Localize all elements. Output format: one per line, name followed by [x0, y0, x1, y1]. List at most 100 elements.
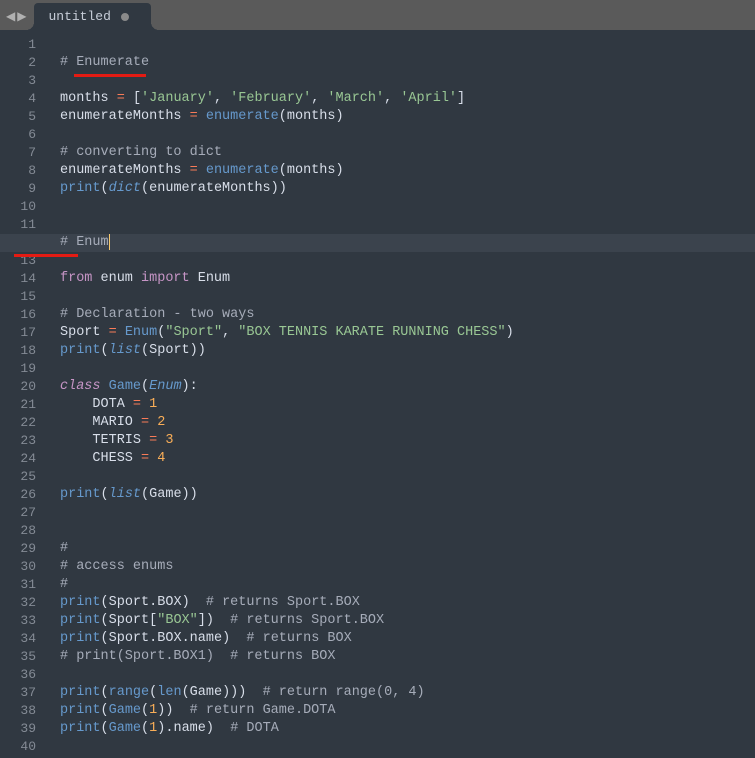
line-number: 35	[0, 648, 36, 666]
token: )))	[222, 685, 263, 700]
token: #	[60, 577, 68, 592]
code-line[interactable]: # Declaration - two ways	[60, 306, 755, 324]
token: =	[133, 397, 141, 412]
code-line[interactable]: class Game(Enum):	[60, 378, 755, 396]
token: (	[141, 487, 149, 502]
tab-untitled[interactable]: untitled	[34, 3, 150, 30]
token: ,	[311, 91, 327, 106]
code-line[interactable]: # access enums	[60, 558, 755, 576]
code-line[interactable]	[60, 522, 755, 540]
line-number: 6	[0, 126, 36, 144]
nav-forward-icon[interactable]: ▶	[17, 9, 26, 24]
code-line[interactable]	[60, 666, 755, 684]
token: CHESS	[92, 451, 141, 466]
code-line[interactable]: enumerateMonths = enumerate(months)	[60, 108, 755, 126]
code-line[interactable]: print(Sport["BOX"]) # returns Sport.BOX	[60, 612, 755, 630]
token: =	[141, 415, 149, 430]
token: =	[190, 163, 198, 178]
code-line[interactable]: #	[60, 576, 755, 594]
code-line[interactable]	[60, 252, 755, 270]
code-line[interactable]	[60, 504, 755, 522]
token: len	[157, 685, 181, 700]
token: print	[60, 721, 101, 736]
line-number: 32	[0, 594, 36, 612]
token: 'April'	[400, 91, 457, 106]
token: ])	[198, 613, 230, 628]
token: (	[101, 595, 109, 610]
code-line[interactable]	[60, 468, 755, 486]
token: )	[335, 163, 343, 178]
code-line[interactable]: months = ['January', 'February', 'March'…	[60, 90, 755, 108]
code-area[interactable]: # Enumerate months = ['January', 'Februar…	[50, 30, 755, 758]
code-line[interactable]	[60, 738, 755, 756]
token: # returns BOX	[246, 631, 351, 646]
code-line[interactable]: print(Sport.BOX) # returns Sport.BOX	[60, 594, 755, 612]
code-line[interactable]	[60, 126, 755, 144]
line-number: 26	[0, 486, 36, 504]
token	[60, 433, 92, 448]
code-line[interactable]: print(Sport.BOX.name) # returns BOX	[60, 630, 755, 648]
token: enumerateMonths	[60, 163, 190, 178]
token: enumerate	[206, 109, 279, 124]
code-line[interactable]: print(range(len(Game))) # return range(0…	[60, 684, 755, 702]
code-line[interactable]: Sport = Enum("Sport", "BOX TENNIS KARATE…	[60, 324, 755, 342]
code-line[interactable]: MARIO = 2	[60, 414, 755, 432]
line-number: 5	[0, 108, 36, 126]
nav-back-icon[interactable]: ◀	[6, 9, 15, 24]
code-line[interactable]: # Enumerate	[60, 54, 755, 72]
token: ):	[182, 379, 198, 394]
code-line[interactable]: # Enum	[0, 234, 755, 252]
line-number: 29	[0, 540, 36, 558]
code-line[interactable]: enumerateMonths = enumerate(months)	[60, 162, 755, 180]
code-line[interactable]	[60, 72, 755, 90]
line-number: 18	[0, 342, 36, 360]
line-number: 23	[0, 432, 36, 450]
editor: 1234567891011121314151617181920212223242…	[0, 30, 755, 758]
code-line[interactable]: TETRIS = 3	[60, 432, 755, 450]
token: (	[101, 181, 109, 196]
token: ))	[157, 703, 189, 718]
token: # Declaration - two ways	[60, 307, 254, 322]
line-number: 38	[0, 702, 36, 720]
token	[141, 397, 149, 412]
token: print	[60, 181, 101, 196]
token: BOX	[157, 595, 181, 610]
token: (	[141, 721, 149, 736]
code-line[interactable]: CHESS = 4	[60, 450, 755, 468]
token: enumerate	[206, 163, 279, 178]
code-line[interactable]: print(dict(enumerateMonths))	[60, 180, 755, 198]
code-line[interactable]: print(list(Sport))	[60, 342, 755, 360]
code-line[interactable]	[60, 36, 755, 54]
code-line[interactable]: from enum import Enum	[60, 270, 755, 288]
token: # converting to dict	[60, 145, 222, 160]
line-number: 30	[0, 558, 36, 576]
token: 'February'	[230, 91, 311, 106]
code-line[interactable]: # converting to dict	[60, 144, 755, 162]
token	[117, 325, 125, 340]
code-line[interactable]	[60, 198, 755, 216]
code-line[interactable]: print(Game(1)) # return Game.DOTA	[60, 702, 755, 720]
token	[198, 109, 206, 124]
code-line[interactable]: DOTA = 1	[60, 396, 755, 414]
code-line[interactable]: print(list(Game))	[60, 486, 755, 504]
token: Sport	[109, 613, 150, 628]
line-number: 28	[0, 522, 36, 540]
token: (	[182, 685, 190, 700]
token: import	[141, 271, 190, 286]
token: Sport	[60, 325, 109, 340]
token: months	[60, 91, 117, 106]
token	[101, 379, 109, 394]
line-number: 31	[0, 576, 36, 594]
token: =	[190, 109, 198, 124]
token: ,	[214, 91, 230, 106]
token: 2	[157, 415, 165, 430]
code-line[interactable]: #	[60, 540, 755, 558]
token: # returns Sport.BOX	[206, 595, 360, 610]
token: Game	[109, 721, 141, 736]
code-line[interactable]	[60, 216, 755, 234]
code-line[interactable]: print(Game(1).name) # DOTA	[60, 720, 755, 738]
code-line[interactable]	[60, 288, 755, 306]
code-line[interactable]	[60, 360, 755, 378]
code-line[interactable]: # print(Sport.BOX1) # returns BOX	[60, 648, 755, 666]
line-number-gutter: 1234567891011121314151617181920212223242…	[0, 30, 50, 758]
